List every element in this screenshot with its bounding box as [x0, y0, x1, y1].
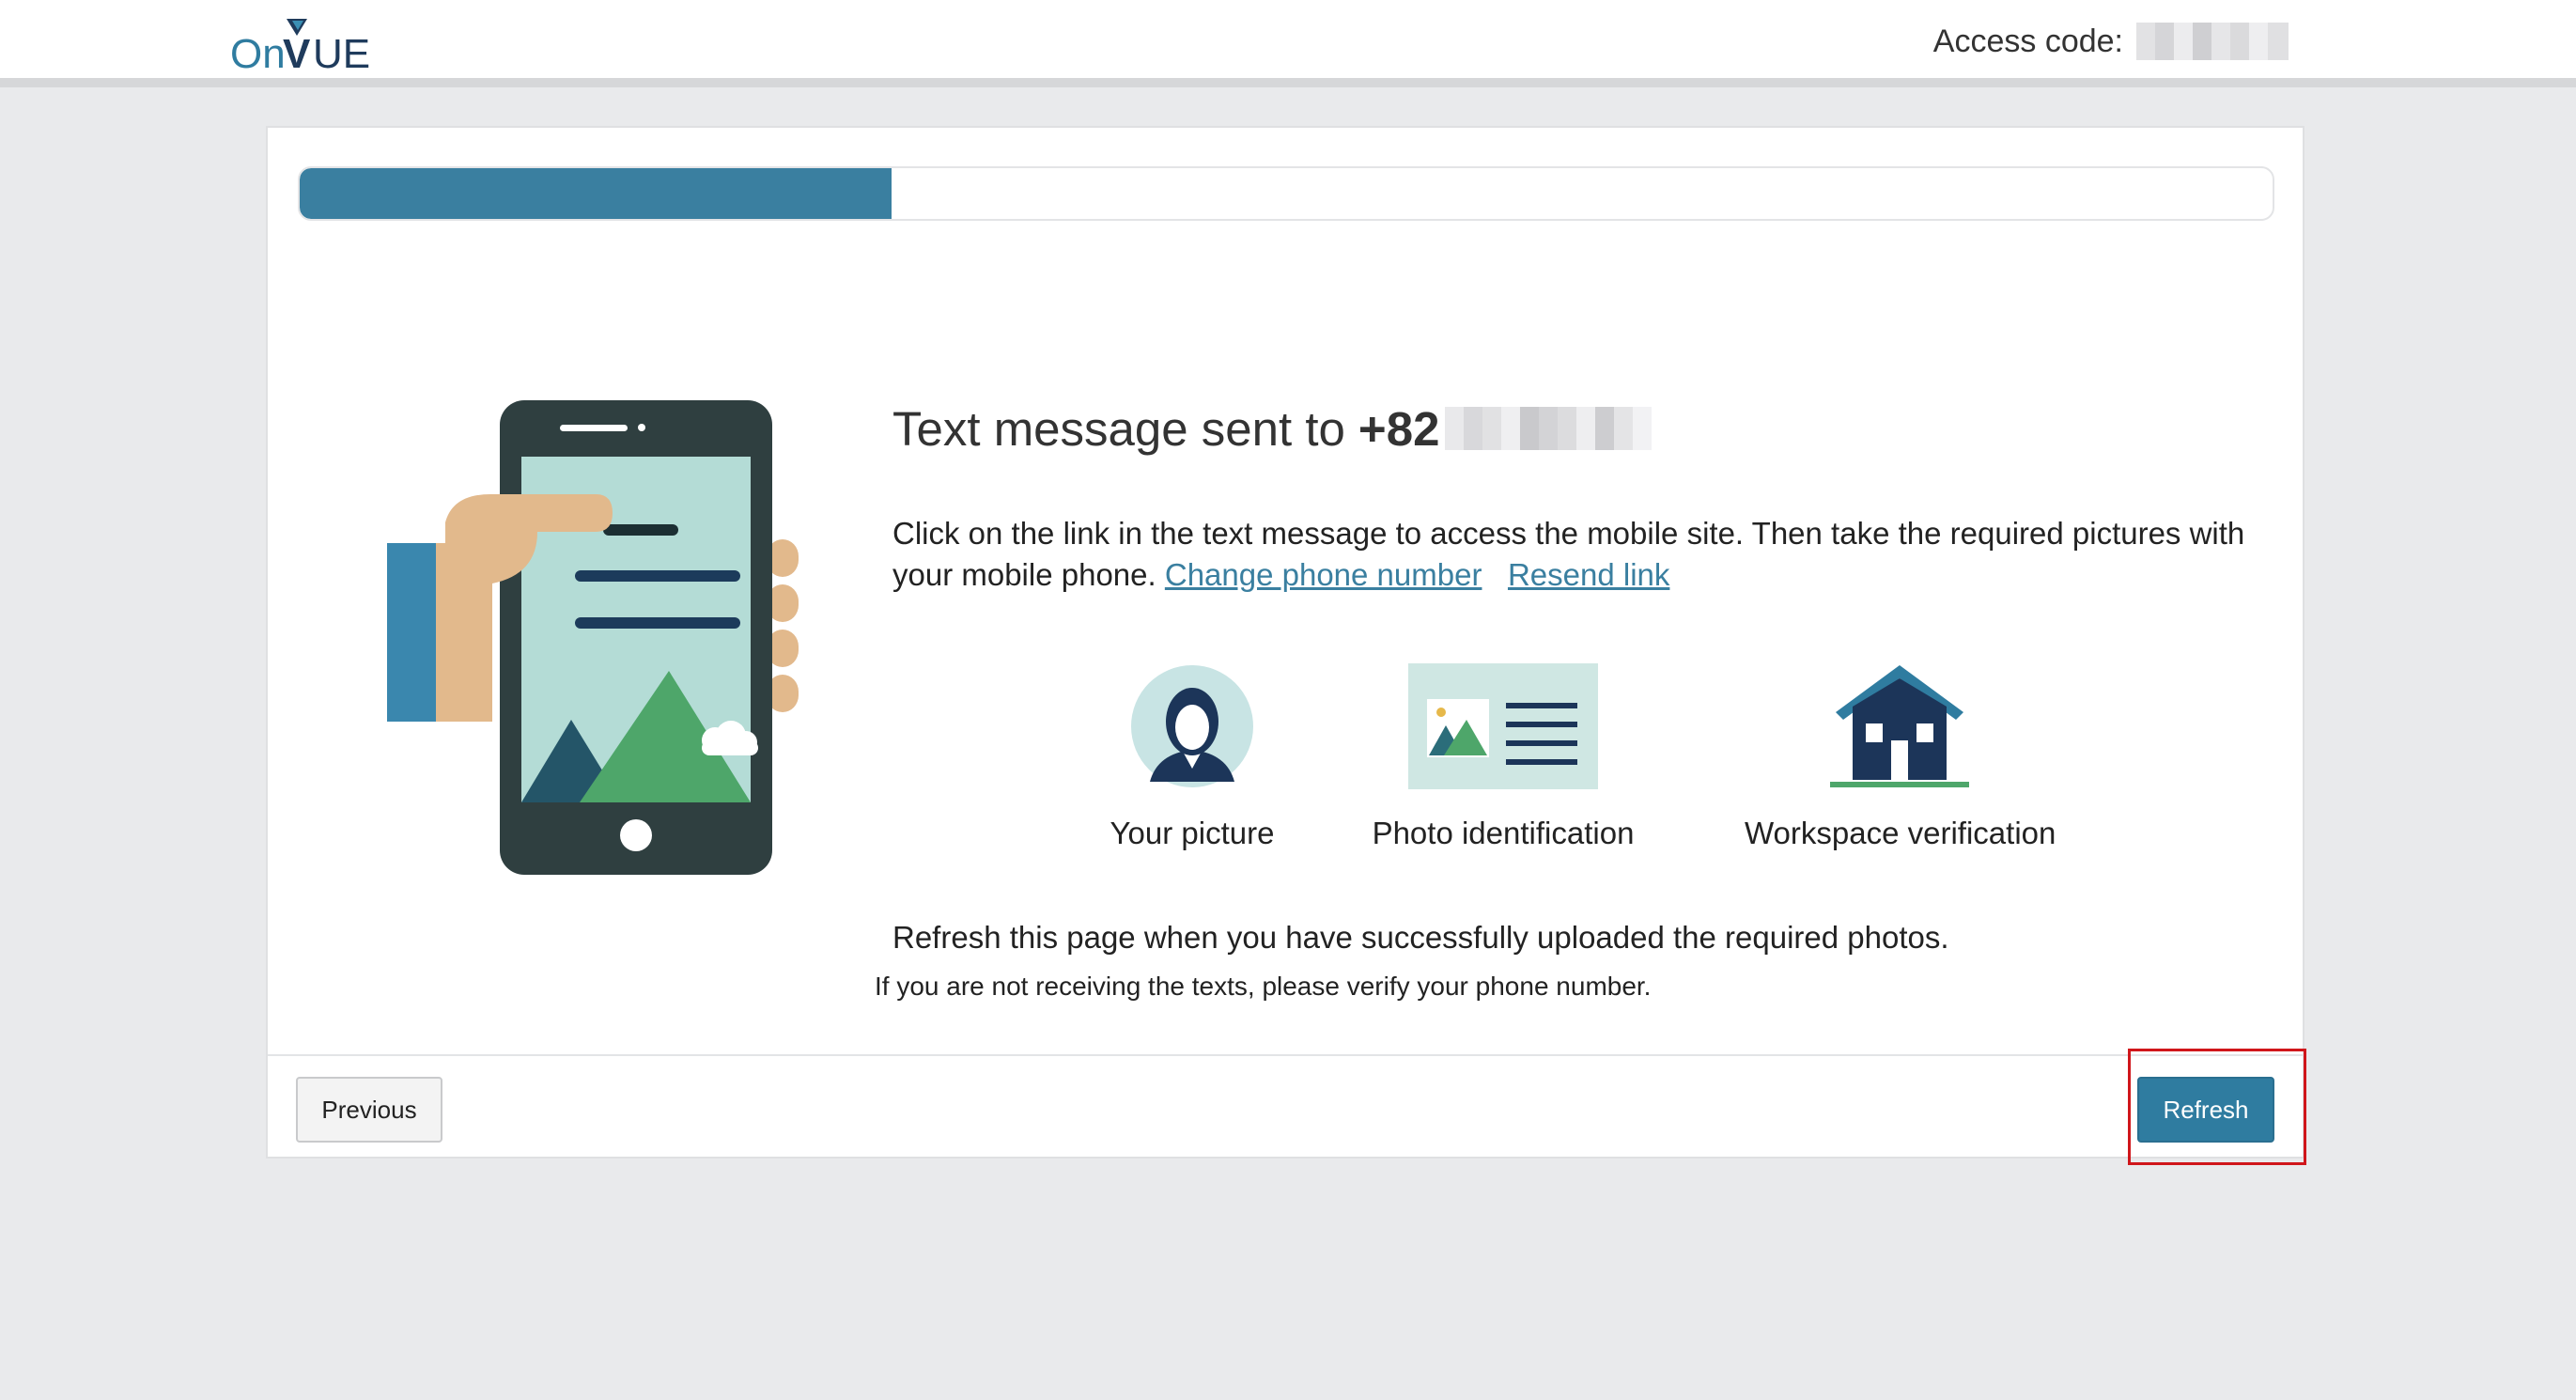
svg-text:V: V [283, 31, 311, 75]
access-code-label: Access code: [1932, 23, 2123, 59]
id-card-icon [1408, 663, 1598, 789]
access-code: Access code: [1933, 21, 2289, 62]
phone-verify-note: If you are not receiving the texts, plea… [875, 972, 1652, 1001]
refresh-highlight-box [2128, 1049, 2306, 1165]
requirement-label: Photo identification [1372, 816, 1635, 850]
house-icon [1830, 665, 1969, 787]
requirement-label: Workspace verification [1745, 816, 2056, 850]
main-card: Text message sent to +82 Click on the li… [266, 126, 2304, 1159]
change-phone-number-link[interactable]: Change phone number [1165, 557, 1482, 592]
requirement-photo-id: Photo identification [1367, 663, 1639, 851]
refresh-note: Refresh this page when you have successf… [892, 920, 1949, 955]
previous-button[interactable]: Previous [296, 1077, 442, 1143]
card-footer: Previous Refresh [268, 1054, 2303, 1159]
phone-prefix: +82 [1358, 401, 1440, 456]
instructions: Click on the link in the text message to… [892, 513, 2283, 596]
requirement-label: Your picture [1110, 816, 1275, 850]
requirement-workspace: Workspace verification [1745, 663, 2056, 851]
requirement-your-picture: Your picture [1098, 663, 1286, 851]
progress-bar [298, 166, 2274, 221]
onvue-logo: On V UE [230, 19, 370, 75]
phone-number-redacted [1445, 407, 1653, 450]
top-header: On V UE Access code: [0, 0, 2576, 87]
svg-text:UE: UE [313, 31, 370, 75]
phone-illustration [387, 400, 799, 875]
resend-link[interactable]: Resend link [1508, 557, 1669, 592]
title-text: Text message sent to [892, 401, 1345, 456]
svg-text:On: On [230, 31, 286, 75]
page-title: Text message sent to +82 [892, 396, 1653, 461]
person-icon [1131, 665, 1253, 787]
progress-fill [300, 168, 892, 219]
access-code-redacted [2136, 23, 2289, 60]
